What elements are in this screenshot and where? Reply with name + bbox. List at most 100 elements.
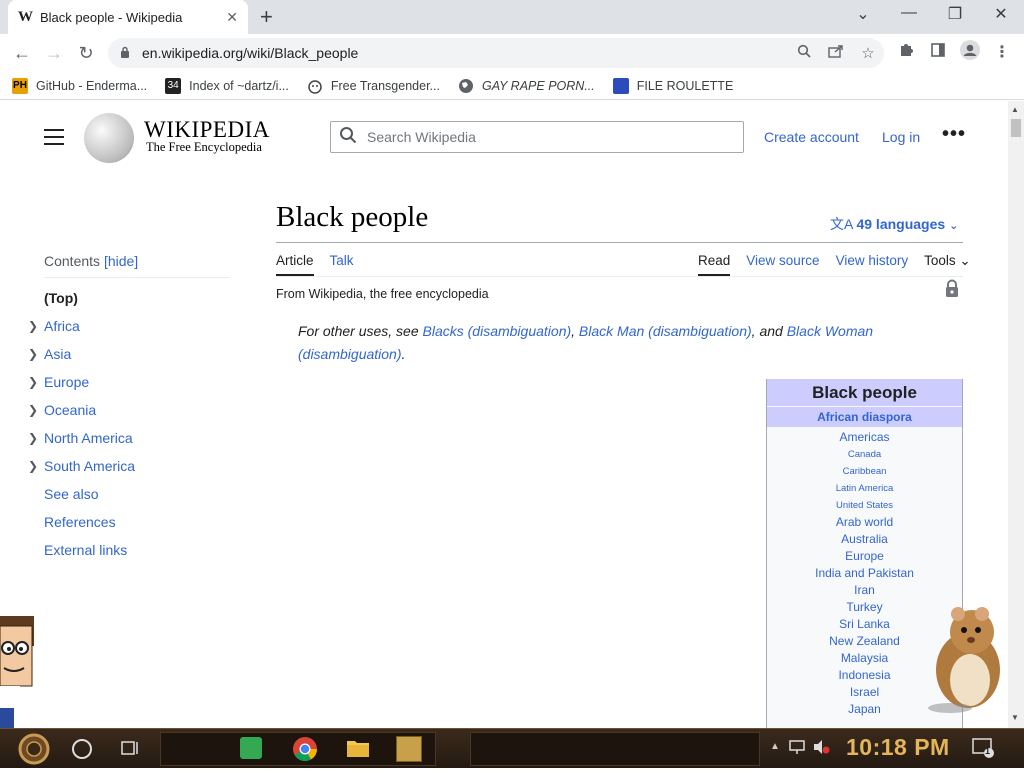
toc-item-label[interactable]: Africa — [44, 318, 80, 334]
scroll-up-arrow-icon[interactable]: ▲ — [1011, 105, 1019, 114]
more-options-icon[interactable]: ••• — [942, 123, 966, 146]
bookmark-star-icon[interactable]: ☆ — [852, 44, 884, 62]
page-scrollbar[interactable]: ▲ ▼ — [1008, 101, 1024, 728]
infobox-link[interactable]: Australia — [767, 531, 962, 548]
network-icon[interactable] — [788, 739, 806, 771]
notes-app-icon[interactable] — [240, 737, 262, 759]
toc-hide-link[interactable]: [hide] — [104, 253, 138, 269]
restore-button[interactable]: ❐ — [932, 4, 978, 24]
main-menu-icon[interactable] — [44, 129, 64, 145]
chevron-right-icon[interactable]: ❯ — [28, 396, 38, 424]
infobox-link-label[interactable]: Malaysia — [841, 651, 888, 665]
toc-item-label[interactable]: References — [44, 514, 116, 530]
notification-center-icon[interactable]: 1 — [972, 737, 996, 769]
toc-item-top[interactable]: (Top) — [44, 284, 230, 312]
toc-item-asia[interactable]: ❯ Asia — [28, 340, 230, 368]
infobox-link[interactable]: Iran — [767, 582, 962, 599]
scrollbar-thumb[interactable] — [1011, 119, 1021, 137]
infobox-link-label[interactable]: United States — [836, 500, 893, 511]
infobox-link-label[interactable]: Australia — [841, 532, 888, 546]
toc-item-label[interactable]: See also — [44, 486, 98, 502]
search-box[interactable] — [330, 121, 744, 153]
infobox-link[interactable]: United States — [767, 497, 962, 514]
infobox-link-label[interactable]: Indonesia — [838, 668, 890, 682]
toc-item-label[interactable]: South America — [44, 458, 135, 474]
start-button[interactable] — [12, 733, 56, 765]
infobox-link-label[interactable]: Caribbean — [843, 466, 887, 477]
toc-item-references[interactable]: References — [44, 508, 230, 536]
chevron-right-icon[interactable]: ❯ — [28, 340, 38, 368]
tab-view-history[interactable]: View history — [836, 253, 909, 276]
tab-article[interactable]: Article — [276, 253, 314, 276]
side-panel-icon[interactable] — [924, 42, 952, 63]
hatnote-link[interactable]: Black Man (disambiguation) — [579, 323, 752, 339]
back-arrow-icon[interactable]: ← — [6, 43, 38, 64]
infobox-link-label[interactable]: Japan — [848, 702, 881, 716]
bookmark-item[interactable]: Free Transgender... — [307, 78, 440, 94]
infobox-link[interactable]: Americas — [767, 429, 962, 446]
toc-item-label[interactable]: Asia — [44, 346, 71, 362]
tab-search-icon[interactable]: ⌄ — [840, 4, 886, 24]
minimize-button[interactable]: — — [886, 4, 932, 22]
lock-icon[interactable] — [120, 46, 142, 61]
address-bar[interactable]: en.wikipedia.org/wiki/Black_people ☆ — [108, 38, 884, 68]
search-input[interactable] — [367, 129, 743, 145]
zoom-search-icon[interactable] — [788, 44, 820, 62]
bookmark-item[interactable]: 34 Index of ~dartz/i... — [165, 77, 289, 94]
toc-item-label[interactable]: External links — [44, 542, 127, 558]
bookmark-item[interactable]: FILE ROULETTE — [612, 77, 733, 94]
chevron-right-icon[interactable]: ❯ — [28, 424, 38, 452]
toc-item-south-america[interactable]: ❯ South America — [28, 452, 230, 480]
new-tab-button[interactable]: + — [260, 4, 273, 30]
toc-item-label[interactable]: Europe — [44, 374, 89, 390]
bookmark-item[interactable]: GAY RAPE PORN... — [458, 78, 595, 94]
scroll-down-arrow-icon[interactable]: ▼ — [1011, 713, 1019, 722]
infobox-link[interactable]: Canada — [767, 446, 962, 463]
infobox-link[interactable]: Europe — [767, 548, 962, 565]
chevron-right-icon[interactable]: ❯ — [28, 312, 38, 340]
tab-view-source[interactable]: View source — [746, 253, 819, 276]
tab-close-icon[interactable]: ✕ — [226, 9, 238, 26]
chevron-right-icon[interactable]: ❯ — [28, 368, 38, 396]
taskbar-clock[interactable]: 10:18 PM — [846, 734, 950, 761]
browser-menu-icon[interactable]: ⋮ — [988, 42, 1016, 62]
protected-lock-icon[interactable] — [944, 279, 960, 297]
infobox-link-label[interactable]: Arab world — [836, 515, 893, 529]
volume-muted-icon[interactable] — [812, 739, 830, 771]
box-app-icon[interactable] — [396, 736, 422, 762]
toc-item-label[interactable]: Oceania — [44, 402, 96, 418]
toc-item-external-links[interactable]: External links — [44, 536, 230, 564]
infobox-link-label[interactable]: Israel — [850, 685, 879, 699]
close-window-button[interactable]: ✕ — [978, 4, 1024, 24]
log-in-link[interactable]: Log in — [882, 129, 920, 145]
chrome-app-icon[interactable] — [292, 736, 318, 768]
infobox-link[interactable]: Arab world — [767, 514, 962, 531]
forward-arrow-icon[interactable]: → — [38, 43, 70, 64]
tray-overflow-icon[interactable]: ▲ — [770, 741, 780, 773]
toc-item-africa[interactable]: ❯ Africa — [28, 312, 230, 340]
file-explorer-icon[interactable] — [346, 738, 370, 770]
desktop-hamster-mascot[interactable] — [920, 600, 1008, 715]
toc-item-oceania[interactable]: ❯ Oceania — [28, 396, 230, 424]
url-text[interactable]: en.wikipedia.org/wiki/Black_people — [142, 45, 788, 61]
infobox-link-label[interactable]: Latin America — [836, 483, 894, 494]
infobox-link-label[interactable]: Europe — [845, 549, 884, 563]
infobox-link[interactable]: India and Pakistan — [767, 565, 962, 582]
chevron-right-icon[interactable]: ❯ — [28, 452, 38, 480]
infobox-link-label[interactable]: Americas — [839, 430, 889, 444]
create-account-link[interactable]: Create account — [764, 129, 859, 145]
share-icon[interactable] — [820, 44, 852, 62]
infobox-link-label[interactable]: Canada — [848, 449, 881, 460]
task-view-icon[interactable] — [120, 738, 140, 770]
desktop-mascot-character[interactable] — [0, 612, 40, 728]
toc-item-europe[interactable]: ❯ Europe — [28, 368, 230, 396]
profile-avatar-icon[interactable] — [956, 40, 984, 65]
language-selector[interactable]: 文A 49 languages ⌄ — [830, 214, 958, 234]
bookmark-item[interactable]: PH GitHub - Enderma... — [12, 77, 147, 94]
hatnote-link[interactable]: Blacks (disambiguation) — [423, 323, 572, 339]
infobox-link-label[interactable]: New Zealand — [829, 634, 900, 648]
infobox-link-label[interactable]: Turkey — [846, 600, 882, 614]
infobox-link-label[interactable]: Iran — [854, 583, 875, 597]
infobox-link-label[interactable]: India and Pakistan — [815, 566, 914, 580]
toc-item-label[interactable]: North America — [44, 430, 133, 446]
